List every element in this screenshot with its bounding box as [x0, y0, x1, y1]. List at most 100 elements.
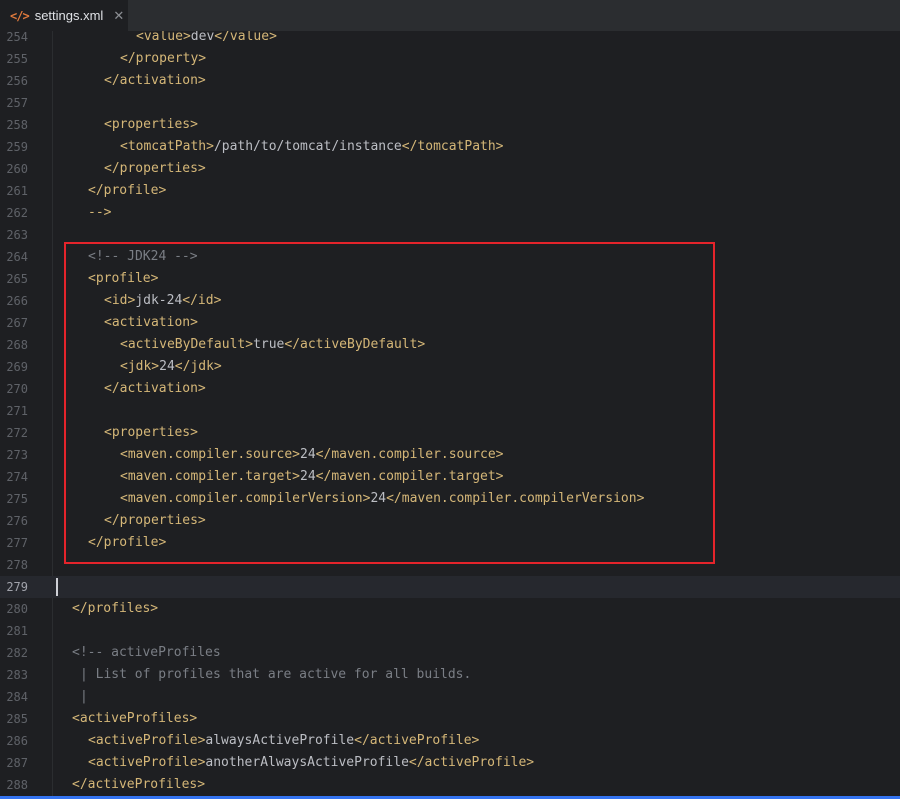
close-icon[interactable]: ✕ — [113, 8, 124, 24]
code-line[interactable]: 272 <properties> — [0, 422, 900, 444]
line-number: 269 — [6, 360, 28, 374]
line-number: 267 — [6, 316, 28, 330]
code-line[interactable]: 266 <id>jdk-24</id> — [0, 290, 900, 312]
line-number: 262 — [6, 206, 28, 220]
code-line[interactable]: 257 — [0, 92, 900, 114]
code-text: <value>dev</value> — [136, 31, 277, 48]
code-text: <activeProfile>anotherAlwaysActiveProfil… — [88, 752, 534, 774]
xml-comment: | List of profiles that are active for a… — [80, 667, 472, 682]
code-line[interactable]: 281 — [0, 620, 900, 642]
line-number: 284 — [6, 690, 28, 704]
code-text: <tomcatPath>/path/to/tomcat/instance</to… — [120, 136, 504, 158]
line-number: 258 — [6, 118, 28, 132]
code-line[interactable]: 254 <value>dev</value> — [0, 31, 900, 48]
xml-value: jdk-24 — [135, 293, 183, 308]
code-line[interactable]: 256 </activation> — [0, 70, 900, 92]
code-line[interactable]: 268 <activeByDefault>true</activeByDefaul… — [0, 334, 900, 356]
code-line[interactable]: 260 </properties> — [0, 158, 900, 180]
code-text: <activeByDefault>true</activeByDefault> — [120, 334, 425, 356]
xml-tag: <maven.compiler.compilerVersion> — [120, 491, 371, 506]
xml-tag: <properties> — [104, 425, 198, 440]
code-line[interactable]: 284 | — [0, 686, 900, 708]
xml-tag: <maven.compiler.source> — [120, 447, 301, 462]
xml-value: /path/to/tomcat/instance — [213, 139, 402, 154]
line-number: 273 — [6, 448, 28, 462]
code-line[interactable]: 267 <activation> — [0, 312, 900, 334]
xml-tag: <jdk> — [120, 359, 160, 374]
text-caret — [56, 578, 58, 596]
code-line[interactable]: 288 </activeProfiles> — [0, 774, 900, 796]
code-text: <maven.compiler.compilerVersion>24</mave… — [120, 488, 644, 510]
code-line[interactable]: 278 — [0, 554, 900, 576]
code-line[interactable]: 259 <tomcatPath>/path/to/tomcat/instance<… — [0, 136, 900, 158]
xml-tag: </activeProfiles> — [72, 777, 206, 792]
code-line[interactable]: 263 — [0, 224, 900, 246]
xml-tag: <activation> — [104, 315, 198, 330]
code-text: </activation> — [104, 70, 206, 92]
xml-tag: <properties> — [104, 117, 198, 132]
code-line[interactable]: 262 --> — [0, 202, 900, 224]
code-line[interactable]: 283 | List of profiles that are active fo… — [0, 664, 900, 686]
xml-tag: <activeProfile> — [88, 733, 206, 748]
xml-tag: <value> — [136, 31, 191, 44]
xml-tag: </activeProfile> — [408, 755, 535, 770]
xml-tag: </maven.compiler.target> — [315, 469, 504, 484]
code-text: <!-- JDK24 --> — [88, 246, 198, 268]
line-number: 271 — [6, 404, 28, 418]
code-line[interactable]: 274 <maven.compiler.target>24</maven.comp… — [0, 466, 900, 488]
code-line[interactable]: 277 </profile> — [0, 532, 900, 554]
line-number: 266 — [6, 294, 28, 308]
code-line[interactable]: 273 <maven.compiler.source>24</maven.comp… — [0, 444, 900, 466]
code-text: </profile> — [88, 180, 166, 202]
code-line[interactable]: 261 </profile> — [0, 180, 900, 202]
code-line[interactable]: 255 </property> — [0, 48, 900, 70]
code-text: </activation> — [104, 378, 206, 400]
xml-comment: | — [80, 689, 88, 704]
code-text: <activeProfile>alwaysActiveProfile</acti… — [88, 730, 479, 752]
line-number: 278 — [6, 558, 28, 572]
code-text: </activeProfiles> — [72, 774, 205, 796]
editor-tab-bar: </> settings.xml ✕ — [0, 0, 900, 32]
code-text: <!-- activeProfiles — [72, 642, 221, 664]
code-line[interactable]: 279 — [0, 576, 900, 598]
line-number: 275 — [6, 492, 28, 506]
code-line[interactable]: 285 <activeProfiles> — [0, 708, 900, 730]
code-text: </properties> — [104, 158, 206, 180]
code-line[interactable]: 270 </activation> — [0, 378, 900, 400]
code-text: </profiles> — [72, 598, 158, 620]
xml-value: 24 — [159, 359, 175, 374]
line-number: 254 — [6, 31, 28, 44]
xml-tag: </activation> — [104, 73, 206, 88]
xml-tag: </property> — [120, 51, 207, 66]
code-line[interactable]: 286 <activeProfile>alwaysActiveProfile</a… — [0, 730, 900, 752]
xml-tag: </profile> — [88, 535, 167, 550]
xml-value: alwaysActiveProfile — [205, 733, 355, 748]
xml-tag: </activation> — [104, 381, 206, 396]
code-text: | List of profiles that are active for a… — [80, 664, 471, 686]
code-line[interactable]: 275 <maven.compiler.compilerVersion>24</m… — [0, 488, 900, 510]
tab-settings-xml[interactable]: </> settings.xml ✕ — [0, 0, 128, 31]
xml-tag: </profiles> — [72, 601, 159, 616]
code-line[interactable]: 276 </properties> — [0, 510, 900, 532]
code-editor[interactable]: 254 <value>dev</value> 255 </property> 256 </… — [0, 31, 900, 796]
line-number: 263 — [6, 228, 28, 242]
line-number: 260 — [6, 162, 28, 176]
code-text: <properties> — [104, 422, 198, 444]
code-line[interactable]: 269 <jdk>24</jdk> — [0, 356, 900, 378]
line-number: 282 — [6, 646, 28, 660]
code-line[interactable]: 258 <properties> — [0, 114, 900, 136]
xml-tag: </jdk> — [174, 359, 222, 374]
code-line[interactable]: 282 <!-- activeProfiles — [0, 642, 900, 664]
code-line[interactable]: 287 <activeProfile>anotherAlwaysActivePro… — [0, 752, 900, 774]
xml-tag: </properties> — [104, 513, 206, 528]
code-text: <properties> — [104, 114, 198, 136]
xml-tag: <activeByDefault> — [120, 337, 254, 352]
code-line[interactable]: 280 </profiles> — [0, 598, 900, 620]
code-line[interactable]: 265 <profile> — [0, 268, 900, 290]
code-text: <maven.compiler.source>24</maven.compile… — [120, 444, 504, 466]
code-text: <maven.compiler.target>24</maven.compile… — [120, 466, 504, 488]
code-line[interactable]: 264 <!-- JDK24 --> — [0, 246, 900, 268]
line-number: 264 — [6, 250, 28, 264]
code-line[interactable]: 271 — [0, 400, 900, 422]
code-text: <profile> — [88, 268, 158, 290]
